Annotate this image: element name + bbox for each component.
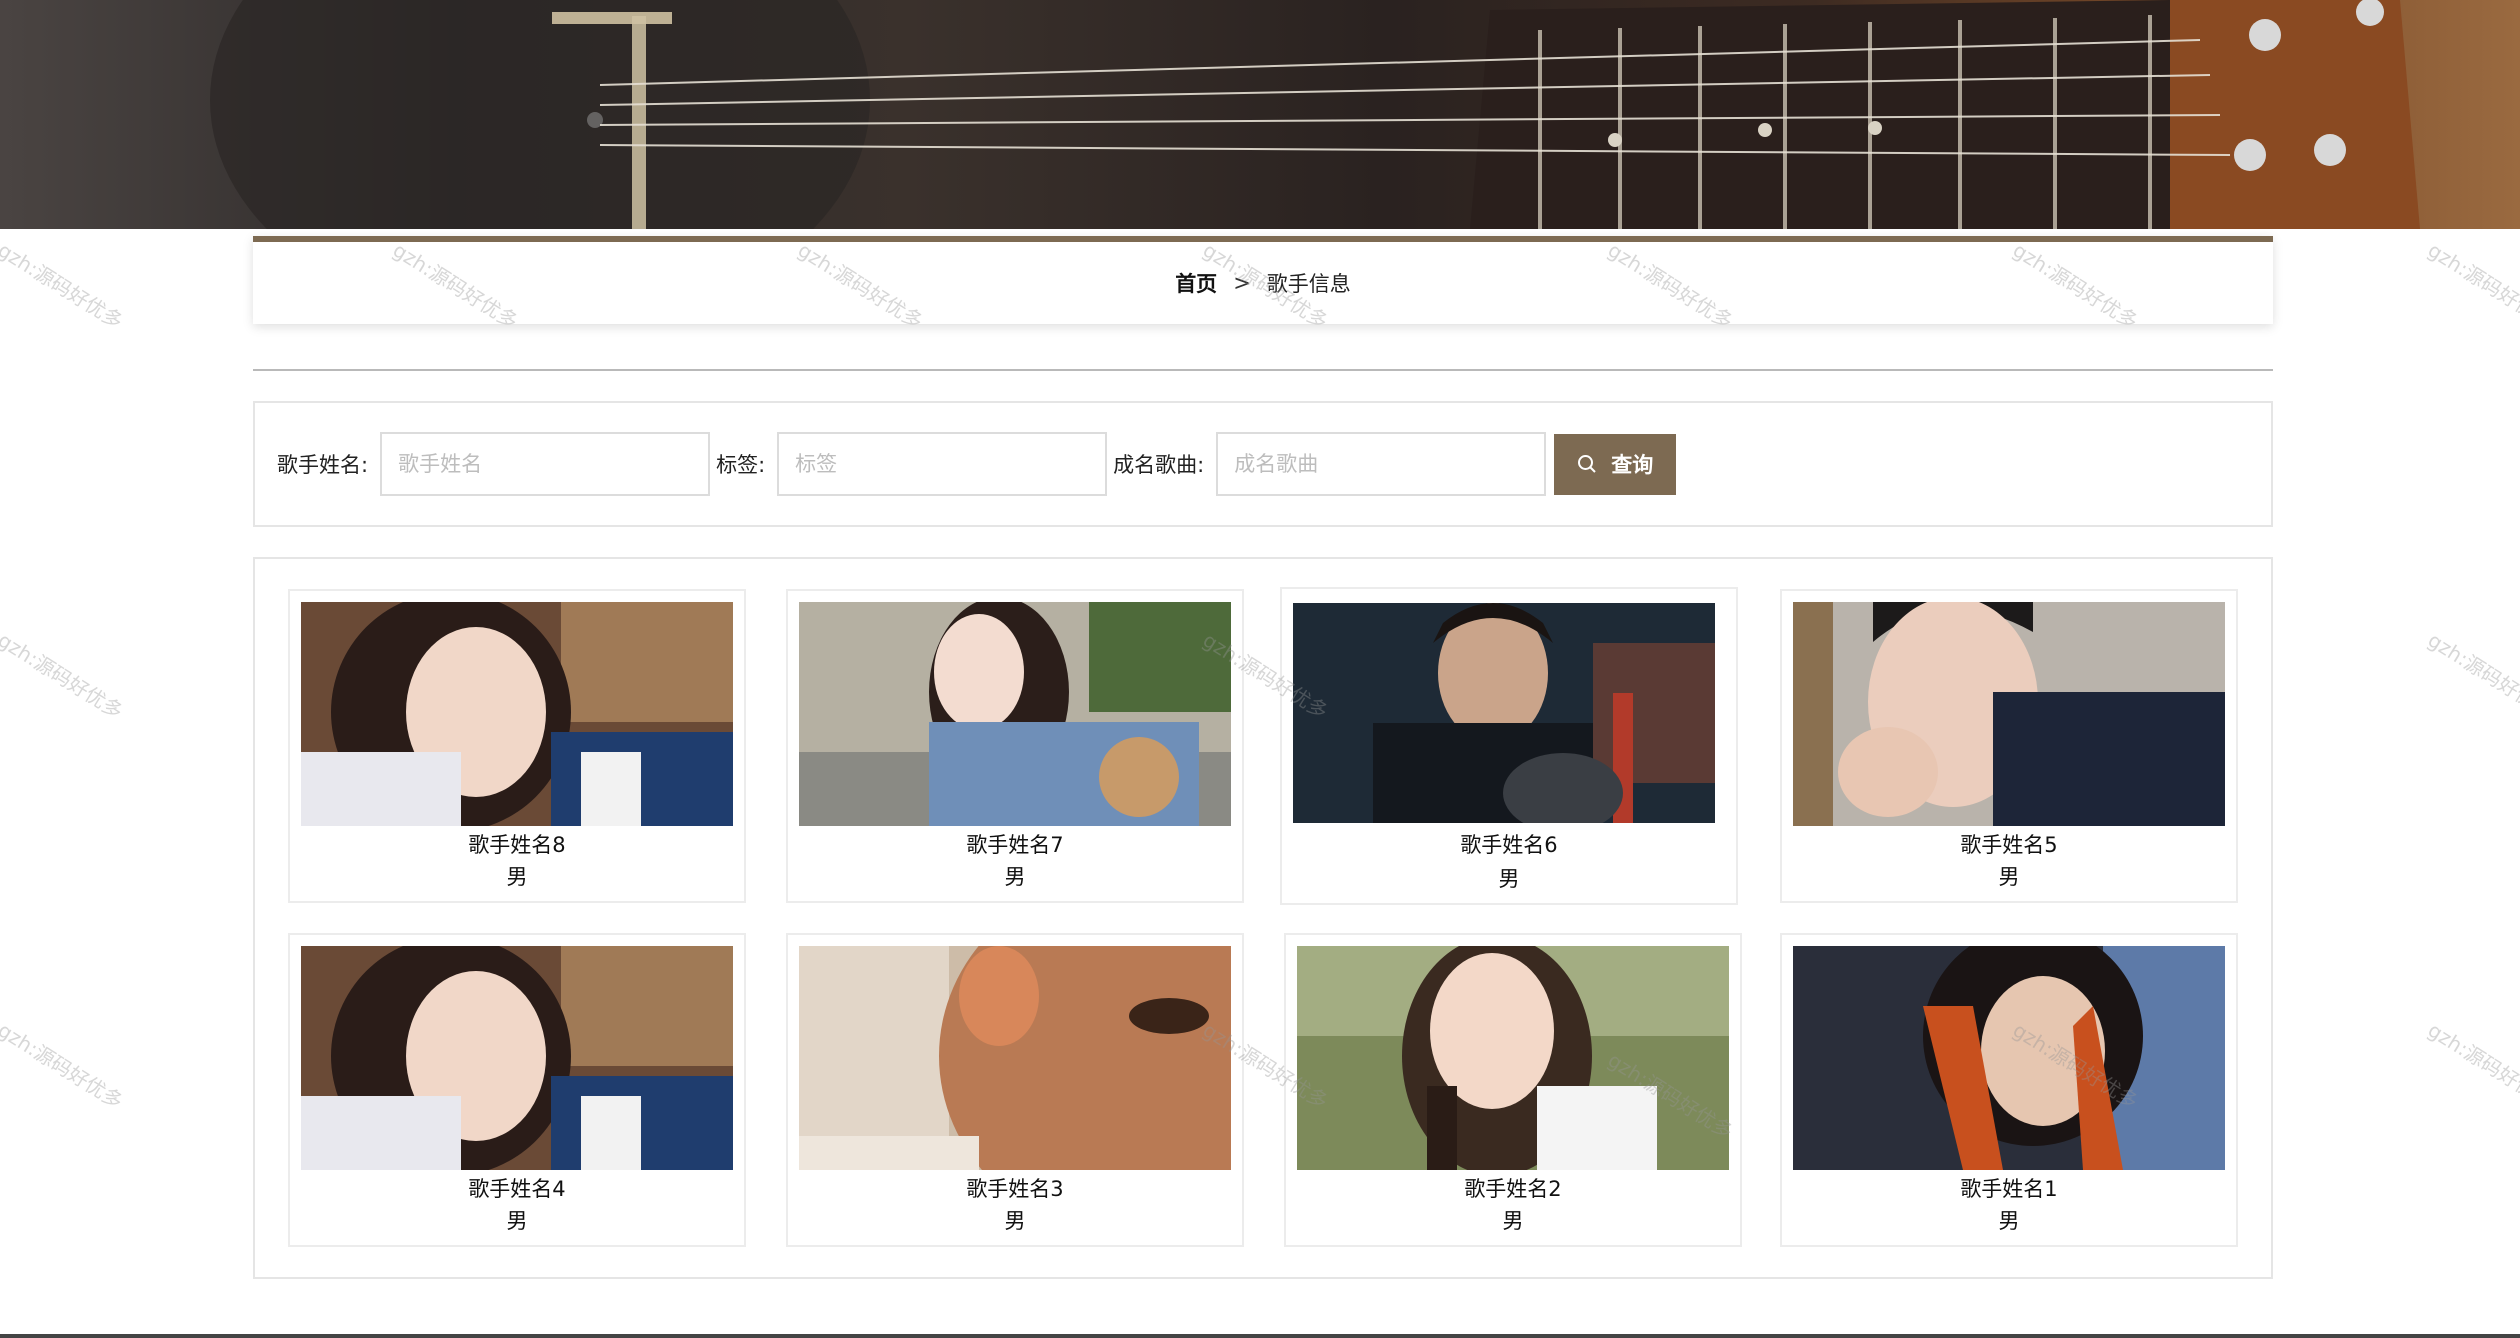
singer-gender: 男 xyxy=(1998,865,2020,889)
tag-input[interactable] xyxy=(777,432,1108,496)
singer-photo[interactable] xyxy=(1793,602,2225,826)
watermark: gzh:源码好优多 xyxy=(2423,627,2520,724)
singer-gender: 男 xyxy=(1004,1209,1026,1233)
singer-card[interactable]: 歌手姓名5 男 xyxy=(1780,589,2238,903)
famous-song-input[interactable] xyxy=(1216,432,1547,496)
singer-gender: 男 xyxy=(1502,1209,1524,1233)
breadcrumb-separator: > xyxy=(1233,271,1251,295)
watermark: gzh:源码好优多 xyxy=(2423,237,2520,334)
search-button[interactable]: 查询 xyxy=(1554,433,1677,495)
watermark: gzh:源码好优多 xyxy=(0,237,128,334)
singer-name[interactable]: 歌手姓名8 xyxy=(290,829,744,859)
singer-photo[interactable] xyxy=(301,946,733,1170)
singer-gender: 男 xyxy=(506,1209,528,1233)
singer-name[interactable]: 歌手姓名3 xyxy=(788,1173,1242,1203)
singer-gender: 男 xyxy=(1004,865,1026,889)
singer-photo[interactable] xyxy=(1793,946,2225,1170)
singer-name[interactable]: 歌手姓名2 xyxy=(1286,1173,1740,1203)
singer-gender: 男 xyxy=(1998,1209,2020,1233)
watermark: gzh:源码好优多 xyxy=(0,627,128,724)
singer-gender: 男 xyxy=(506,865,528,889)
breadcrumb-current: 歌手信息 xyxy=(1266,272,1351,296)
page: 首页 > 歌手信息 歌手姓名: 标签: 成名歌曲: 查询 xyxy=(0,0,2520,1338)
singer-card[interactable]: 歌手姓名7 男 xyxy=(786,589,1244,903)
singer-name[interactable]: 歌手姓名6 xyxy=(1282,829,1736,859)
search-button-label: 查询 xyxy=(1611,453,1654,477)
singer-card[interactable]: 歌手姓名2 男 xyxy=(1284,933,1742,1247)
singer-grid: 歌手姓名8 男 歌手姓名7 男 歌手姓名6 男 歌手姓名5 男 歌手姓名4 男 … xyxy=(253,557,2273,1279)
singer-name[interactable]: 歌手姓名7 xyxy=(788,829,1242,859)
singer-photo[interactable] xyxy=(1293,603,1715,823)
singer-name-label: 歌手姓名: xyxy=(277,453,369,477)
singer-name-input[interactable] xyxy=(380,432,711,496)
header-banner xyxy=(0,0,2520,229)
breadcrumb: 首页 > 歌手信息 xyxy=(253,236,2273,324)
singer-photo[interactable] xyxy=(301,602,733,826)
singer-photo[interactable] xyxy=(799,602,1231,826)
famous-song-label: 成名歌曲: xyxy=(1113,453,1205,477)
singer-card[interactable]: 歌手姓名4 男 xyxy=(288,933,746,1247)
search-panel: 歌手姓名: 标签: 成名歌曲: 查询 xyxy=(253,401,2273,527)
divider xyxy=(253,369,2273,371)
singer-card[interactable]: 歌手姓名6 男 xyxy=(1280,587,1738,905)
search-icon xyxy=(1577,454,1597,474)
singer-card[interactable]: 歌手姓名1 男 xyxy=(1780,933,2238,1247)
singer-card[interactable]: 歌手姓名3 男 xyxy=(786,933,1244,1247)
tag-label: 标签: xyxy=(716,453,766,477)
singer-card[interactable]: 歌手姓名8 男 xyxy=(288,589,746,903)
guitar-banner-image xyxy=(210,0,2420,229)
watermark: gzh:源码好优多 xyxy=(0,1017,128,1114)
breadcrumb-home-link[interactable]: 首页 xyxy=(1175,268,1217,298)
singer-photo[interactable] xyxy=(799,946,1231,1170)
singer-name[interactable]: 歌手姓名4 xyxy=(290,1173,744,1203)
footer-divider xyxy=(0,1334,2520,1338)
singer-gender: 男 xyxy=(1498,867,1520,891)
singer-name[interactable]: 歌手姓名5 xyxy=(1782,829,2236,859)
watermark: gzh:源码好优多 xyxy=(2423,1017,2520,1114)
singer-name[interactable]: 歌手姓名1 xyxy=(1782,1173,2236,1203)
singer-photo[interactable] xyxy=(1297,946,1729,1170)
